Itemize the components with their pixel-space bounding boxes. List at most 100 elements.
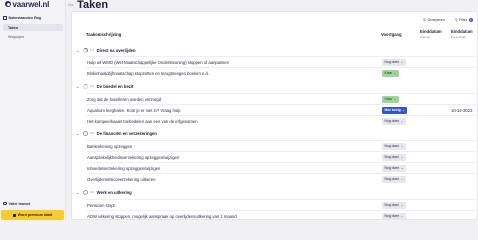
- column-header-due: Einddatum: [420, 29, 442, 34]
- due-date[interactable]: 10-12-2023: [451, 108, 472, 113]
- sidebar-section-label: Nabestaanden Rog: [8, 16, 42, 20]
- status-dropdown[interactable]: Nog doen ⌄: [382, 175, 406, 183]
- table-row[interactable]: Aansprakelijkheidsverzekering opzeggen/w…: [86, 151, 478, 162]
- chevron-down-icon: ⌄: [76, 189, 80, 195]
- task-description: Inboedelverzekering opzeggen/wijzigen: [87, 165, 161, 171]
- task-description: Zorg dat de huissleren worden verzorgd: [87, 96, 162, 102]
- status-label: Nog doen: [384, 166, 400, 170]
- status-dropdown[interactable]: Mee bezig ⌄: [382, 106, 408, 114]
- group-title: Direct na overlijden: [96, 47, 136, 53]
- table-row[interactable]: Aquarium leeghalen. Kom je er niet in? V…: [86, 104, 478, 115]
- filter-button[interactable]: ⚲ Filter 3: [455, 17, 473, 22]
- footer-link[interactable]: Vaker teamed: [3, 201, 63, 206]
- group-count: 1/4: [90, 48, 95, 52]
- task-description: Aansprakelijkheidsverzekering opzeggen/w…: [87, 154, 180, 160]
- chevron-down-icon: ⌄: [76, 47, 80, 53]
- group-title: De boedel en bezit: [96, 83, 134, 89]
- table-row[interactable]: AOW uitkering stoppen, mogelijk aanspraa…: [86, 210, 478, 221]
- status-label: Nog doen: [384, 203, 400, 207]
- group-count: 0/2: [90, 190, 95, 194]
- progress-ring-icon: [82, 130, 88, 136]
- task-description: Bankrekening opzeggen: [87, 143, 133, 149]
- progress-ring-icon: [82, 47, 88, 53]
- status-dropdown[interactable]: Klaar ⌄: [382, 69, 399, 77]
- status-dropdown[interactable]: Nog doen ⌄: [382, 201, 406, 209]
- chevron-down-icon: ⌄: [402, 108, 405, 112]
- chevron-down-icon: ⌄: [400, 155, 404, 159]
- reorder-button[interactable]: ⇅ Groeperen: [423, 17, 445, 22]
- star-icon: [12, 213, 16, 217]
- table-row[interactable]: Inboedelverzekering opzeggen/wijzigen No…: [86, 162, 478, 173]
- reorder-icon: ⇅: [423, 17, 427, 22]
- column-header-task: Taakomschrijving: [86, 32, 122, 37]
- table-row[interactable]: Bankrekening opzeggen Nog doen ⌄: [86, 140, 478, 151]
- table-row[interactable]: Het kampeerkaaiet toebedelen aan een van…: [86, 115, 478, 126]
- group-header[interactable]: ⌄ 0/4 De financiën en verzekeringen: [76, 129, 157, 137]
- premium-button[interactable]: Word premium klant: [1, 210, 64, 220]
- status-label: Nog doen: [384, 60, 400, 64]
- logo[interactable]: vaarwel.nl: [5, 0, 50, 9]
- status-dropdown[interactable]: Nog doen ⌄: [382, 212, 406, 220]
- table-row[interactable]: Overlijdensrisicoverzekering uitkeren No…: [86, 173, 478, 184]
- task-description: AOW uitkering stoppen, mogelijk aanspraa…: [87, 213, 237, 219]
- help-icon: [3, 201, 7, 206]
- status-label: Klaar: [384, 97, 393, 101]
- status-label: Nog doen: [384, 214, 400, 218]
- status-dropdown[interactable]: Nog doen ⌄: [382, 142, 406, 150]
- group-header[interactable]: ⌄ 1/4 Direct na overlijden: [76, 46, 136, 54]
- column-subheader-end2: Persoonlijk: [451, 35, 466, 39]
- chevron-down-icon: ⌄: [393, 97, 397, 101]
- status-dropdown[interactable]: Nog doen ⌄: [382, 58, 406, 66]
- progress-ring-icon: [82, 83, 88, 89]
- reorder-label: Groeperen: [427, 17, 445, 22]
- chevron-down-icon: ⌄: [400, 119, 404, 123]
- logo-text: vaarwel.nl: [12, 0, 50, 9]
- status-dropdown[interactable]: Klaar ⌄: [382, 95, 399, 103]
- task-description: Pensioen stopt: [87, 202, 115, 208]
- task-description: Blokinhaaldrijfmaatschap stopzetten en t…: [87, 70, 209, 76]
- sidebar-item-label: Wegwijzer: [8, 34, 25, 39]
- back-link[interactable]: Ga: [68, 3, 73, 7]
- table-row[interactable]: Blokinhaaldrijfmaatschap stopzetten en t…: [86, 67, 478, 78]
- group-title: De financiën en verzekeringen: [96, 130, 157, 136]
- sidebar-item-taken[interactable]: Taken: [3, 24, 63, 31]
- folder-icon: [3, 16, 7, 20]
- column-header-status: Voortgang: [381, 32, 402, 37]
- filter-icon: ⚲: [455, 17, 458, 22]
- status-dropdown[interactable]: Nog doen ⌄: [382, 164, 406, 172]
- sidebar-item-label: Taken: [8, 25, 19, 30]
- table-row[interactable]: Hulp uit WMO (Wet Maatschappelijke Onder…: [86, 56, 478, 67]
- status-dropdown[interactable]: Nog doen ⌄: [382, 117, 406, 125]
- table-row[interactable]: Zorg dat de huissleren worden verzorgd K…: [86, 93, 478, 104]
- task-description: Hulp uit WMO (Wet Maatschappelijke Onder…: [87, 59, 229, 65]
- status-label: Nog doen: [384, 119, 400, 123]
- group-header[interactable]: ⌄ 0/2 Werk en uitkering: [76, 188, 132, 196]
- status-label: Klaar: [384, 71, 393, 75]
- chevron-down-icon: ⌄: [400, 60, 404, 64]
- status-label: Nog doen: [384, 144, 400, 148]
- group-count: 1/2: [90, 84, 95, 88]
- chevron-down-icon: ⌄: [400, 203, 404, 207]
- logo-icon: [5, 1, 11, 7]
- task-description: Overlijdensrisicoverzekering uitkeren: [87, 176, 156, 182]
- status-label: Mee bezig: [384, 108, 401, 112]
- chevron-down-icon: ⌄: [393, 71, 397, 75]
- topbar: Ga Taken: [68, 0, 109, 11]
- chevron-down-icon: ⌄: [400, 214, 404, 218]
- task-description: Aquarium leeghalen. Kom je er niet in? V…: [87, 107, 181, 113]
- page-title: Taken: [77, 0, 109, 11]
- sidebar: vaarwel.nl Nabestaanden Rog Taken Wegwij…: [0, 0, 66, 220]
- status-label: Nog doen: [384, 155, 400, 159]
- chevron-down-icon: ⌄: [400, 177, 404, 181]
- table-row[interactable]: Pensioen stopt Nog doen ⌄: [86, 199, 478, 210]
- status-dropdown[interactable]: Nog doen ⌄: [382, 153, 406, 161]
- sidebar-item-wegwijzer[interactable]: Wegwijzer: [3, 33, 63, 40]
- group-header[interactable]: ⌄ 1/2 De boedel en bezit: [76, 82, 133, 90]
- group-count: 0/4: [90, 131, 95, 135]
- column-subheader-due: Uiterste: [420, 35, 431, 39]
- chevron-down-icon: ⌄: [400, 144, 404, 148]
- progress-ring-icon: [82, 189, 88, 195]
- footer-link-label: Vaker teamed: [8, 201, 31, 206]
- premium-button-label: Word premium klant: [17, 213, 53, 217]
- sidebar-section-title[interactable]: Nabestaanden Rog: [3, 15, 63, 21]
